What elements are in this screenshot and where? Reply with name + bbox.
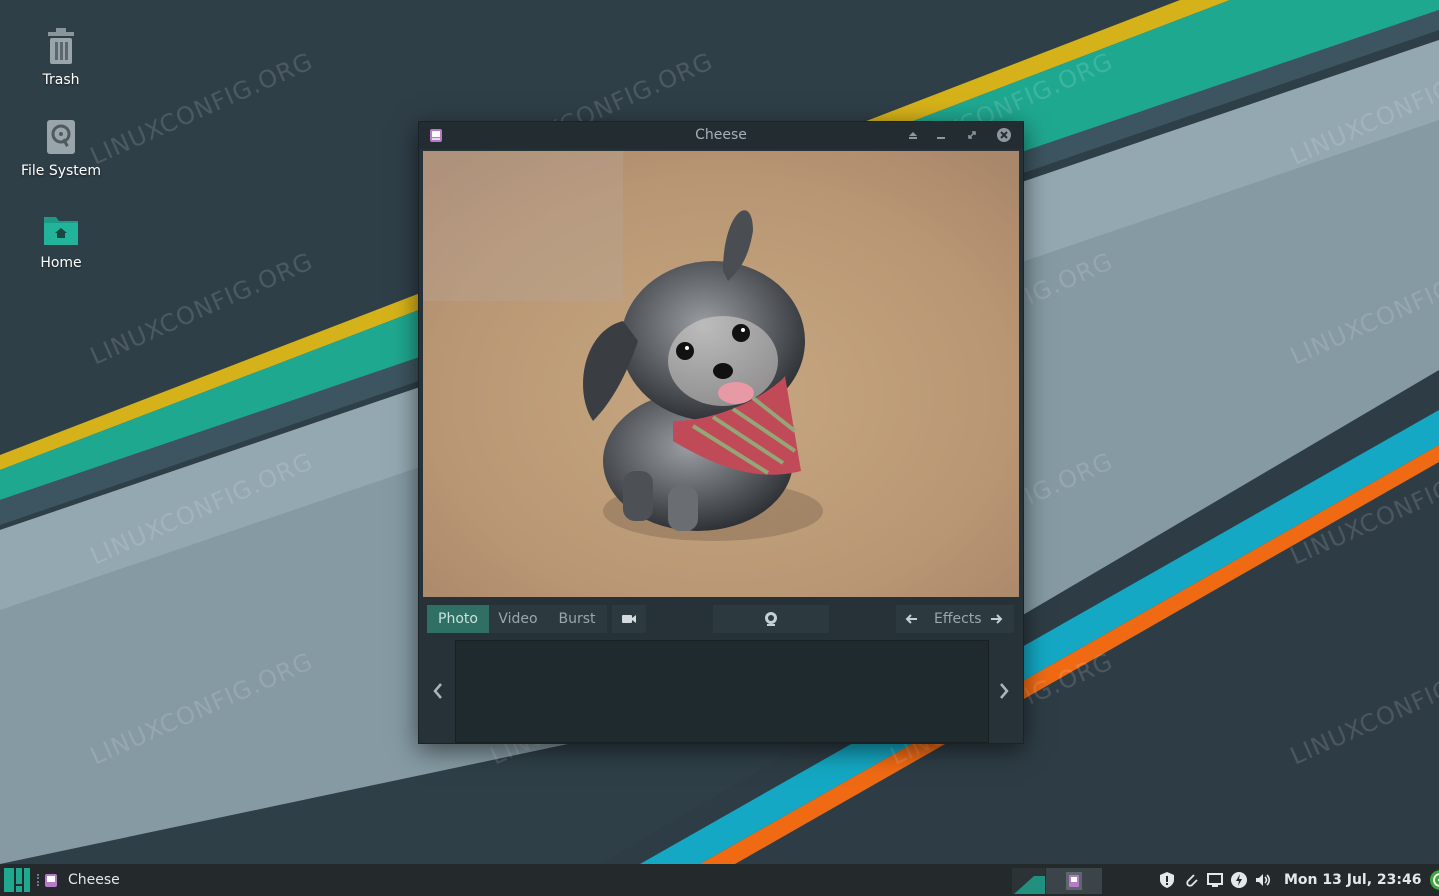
maximize-button[interactable] xyxy=(963,126,981,144)
workspace-switcher[interactable] xyxy=(1012,868,1102,894)
paperclip-icon[interactable] xyxy=(1182,871,1200,889)
panel-clock[interactable]: Mon 13 Jul, 23:46 xyxy=(1284,872,1421,888)
arrow-right-icon[interactable] xyxy=(988,611,1004,627)
effects-control: Effects xyxy=(896,605,1014,633)
desktop-icon-trash[interactable]: Trash xyxy=(6,24,116,88)
manjaro-menu-icon[interactable] xyxy=(4,868,32,892)
shade-button[interactable] xyxy=(904,126,922,144)
cheese-toolbar: Photo Video Burst Effects xyxy=(419,600,1023,638)
switch-camera-button[interactable] xyxy=(612,605,646,633)
panel-separator xyxy=(37,874,41,886)
cheese-window: Cheese Photo Video Burst Effects xyxy=(418,121,1024,744)
chevron-right-icon[interactable] xyxy=(995,680,1013,702)
chevron-left-icon[interactable] xyxy=(429,680,447,702)
taskbar-item-cheese[interactable]: Cheese xyxy=(44,864,120,896)
camera-preview xyxy=(423,151,1019,597)
minimize-icon xyxy=(937,137,945,139)
maximize-icon xyxy=(968,131,976,139)
desktop-icon-home[interactable]: Home xyxy=(6,207,116,271)
close-button[interactable] xyxy=(995,126,1013,144)
hard-drive-icon xyxy=(41,115,81,159)
mode-burst-tab[interactable]: Burst xyxy=(547,605,607,633)
mode-video-tab[interactable]: Video xyxy=(489,605,547,633)
effects-button[interactable]: Effects xyxy=(934,605,982,633)
taskbar-item-label: Cheese xyxy=(68,872,120,888)
desktop-icon-label: Home xyxy=(40,255,82,271)
camera-preview-image xyxy=(423,151,1019,597)
display-icon[interactable] xyxy=(1206,871,1224,889)
system-tray: Mon 13 Jul, 23:46 xyxy=(1158,864,1439,896)
update-notifier-icon[interactable] xyxy=(1158,871,1176,889)
desktop: LINUXCONFIG.ORG LINUXCONFIG.ORG LINUXCON… xyxy=(0,0,1439,864)
home-folder-icon xyxy=(41,207,81,251)
take-photo-button[interactable] xyxy=(713,605,829,633)
trash-icon xyxy=(41,24,81,68)
power-manager-icon[interactable] xyxy=(1230,871,1248,889)
shade-icon xyxy=(909,132,917,139)
arrow-left-icon[interactable] xyxy=(904,611,920,627)
desktop-icon-file-system[interactable]: File System xyxy=(6,115,116,179)
window-titlebar[interactable]: Cheese xyxy=(419,122,1023,149)
mode-photo-tab[interactable]: Photo xyxy=(427,605,489,633)
volume-icon[interactable] xyxy=(1254,871,1272,889)
thumbnail-strip[interactable] xyxy=(455,640,989,743)
minimize-button[interactable] xyxy=(932,126,950,144)
camera-shutter-icon xyxy=(765,612,777,626)
close-icon xyxy=(997,128,1011,142)
desktop-icon-label: Trash xyxy=(42,72,80,88)
desktop-icon-label: File System xyxy=(20,163,102,179)
taskbar-panel: Cheese Mon 13 Jul, 23:46 xyxy=(0,864,1439,896)
cheese-app-icon xyxy=(45,873,57,887)
power-button-icon[interactable] xyxy=(1429,869,1439,891)
video-camera-icon xyxy=(622,615,636,623)
